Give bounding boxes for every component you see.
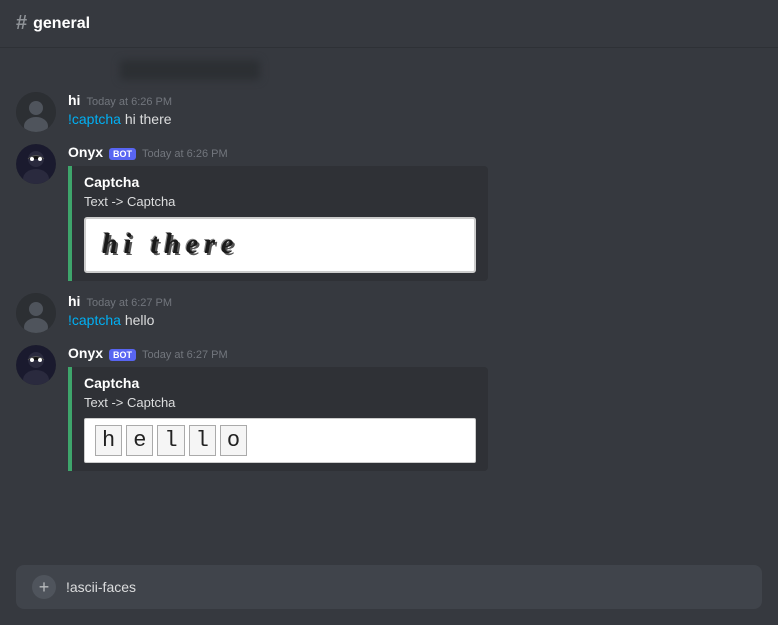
avatar-hi-2	[16, 293, 56, 333]
avatar-onyx-2	[16, 345, 56, 385]
timestamp-3: Today at 6:27 PM	[86, 297, 172, 309]
message-group-1: hi Today at 6:26 PM !captcha hi there	[0, 88, 778, 136]
message-text-3: !captcha hello	[68, 311, 762, 331]
avatar-icon-onyx-1	[16, 144, 56, 184]
captcha-text-1: hi there	[102, 229, 239, 260]
embed-field-2: Text -> Captcha	[84, 395, 476, 410]
timestamp-1: Today at 6:26 PM	[86, 96, 172, 108]
embed-field-1: Text -> Captcha	[84, 194, 476, 209]
avatar-icon-3	[16, 293, 56, 333]
embed-2: Captcha Text -> Captcha h e l l o	[68, 367, 488, 471]
embed-title-1: Captcha	[84, 174, 476, 190]
bot-badge-2: BOT	[109, 349, 136, 361]
bot-badge-1: BOT	[109, 148, 136, 160]
channel-header: # general	[0, 0, 778, 48]
blurred-message-row	[0, 56, 778, 84]
username-1: hi	[68, 92, 80, 108]
avatar-onyx-1	[16, 144, 56, 184]
channel-name: general	[33, 15, 90, 33]
message-group-4: Onyx BOT Today at 6:27 PM Captcha Text -…	[0, 341, 778, 475]
avatar-icon-onyx-2	[16, 345, 56, 385]
avatar-icon-1	[16, 92, 56, 132]
command-arg-1: hi there	[125, 111, 172, 127]
captcha-letter-o: o	[220, 425, 247, 456]
captcha-letter-l2: l	[189, 425, 216, 456]
message-content-1: hi Today at 6:26 PM !captcha hi there	[68, 92, 762, 132]
username-3: hi	[68, 293, 80, 309]
message-header-1: hi Today at 6:26 PM	[68, 92, 762, 108]
timestamp-2: Today at 6:26 PM	[142, 148, 228, 160]
message-content-2: Onyx BOT Today at 6:26 PM Captcha Text -…	[68, 144, 762, 281]
captcha-letter-l1: l	[157, 425, 184, 456]
message-text-1: !captcha hi there	[68, 110, 762, 130]
message-header-4: Onyx BOT Today at 6:27 PM	[68, 345, 762, 361]
username-onyx-2: Onyx	[68, 345, 103, 361]
message-content-3: hi Today at 6:27 PM !captcha hello	[68, 293, 762, 333]
message-content-4: Onyx BOT Today at 6:27 PM Captcha Text -…	[68, 345, 762, 471]
timestamp-4: Today at 6:27 PM	[142, 349, 228, 361]
message-header-3: hi Today at 6:27 PM	[68, 293, 762, 309]
captcha-letter-h: h	[95, 425, 122, 456]
blurred-content	[120, 60, 260, 80]
captcha-image-1: hi there	[84, 217, 476, 273]
add-button[interactable]: +	[32, 575, 56, 599]
embed-title-2: Captcha	[84, 375, 476, 391]
command-arg-3: hello	[125, 312, 155, 328]
captcha-letter-e: e	[126, 425, 153, 456]
avatar-hi-1	[16, 92, 56, 132]
channel-hash: #	[16, 12, 27, 35]
message-input[interactable]: !ascii-faces	[66, 579, 746, 595]
input-area: + !ascii-faces	[16, 565, 762, 609]
command-text-1: !captcha	[68, 111, 125, 127]
captcha-image-2: h e l l o	[84, 418, 476, 463]
message-group-2: Onyx BOT Today at 6:26 PM Captcha Text -…	[0, 140, 778, 285]
messages-area: hi Today at 6:26 PM !captcha hi there On…	[0, 48, 778, 565]
embed-1: Captcha Text -> Captcha hi there	[68, 166, 488, 281]
username-onyx-1: Onyx	[68, 144, 103, 160]
message-header-2: Onyx BOT Today at 6:26 PM	[68, 144, 762, 160]
command-text-3: !captcha	[68, 312, 125, 328]
message-group-3: hi Today at 6:27 PM !captcha hello	[0, 289, 778, 337]
